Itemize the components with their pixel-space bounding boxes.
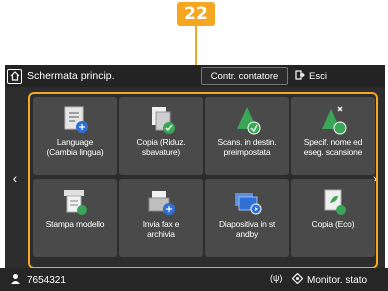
scan-name-icon bbox=[291, 105, 375, 135]
tile-label: Stampa modello bbox=[45, 219, 105, 229]
exit-icon bbox=[295, 69, 305, 83]
tile-label: Scans. in destin. preimpostata bbox=[217, 137, 277, 157]
home-icon bbox=[7, 68, 22, 84]
tile-label: Language (Cambia lingua) bbox=[46, 137, 104, 157]
slideshow-icon bbox=[205, 187, 289, 217]
language-icon bbox=[33, 105, 117, 135]
wifi-icon: (ψ) bbox=[270, 273, 283, 283]
monitor-label: Monitor. stato bbox=[307, 274, 368, 286]
device-screen: Schermata princip. Contr. contatore Esci… bbox=[5, 65, 385, 291]
user-info[interactable]: 7654321 bbox=[10, 273, 66, 287]
exit-button[interactable]: Esci bbox=[291, 67, 341, 85]
fax-icon bbox=[119, 187, 203, 217]
template-print-icon bbox=[33, 187, 117, 217]
tile-standby-slideshow[interactable]: Diapositiva in st andby bbox=[205, 179, 289, 257]
tile-label: Copia (Eco) bbox=[311, 219, 355, 229]
eco-copy-icon bbox=[291, 187, 375, 217]
exit-label: Esci bbox=[309, 70, 327, 82]
status-monitor-button[interactable]: Monitor. stato bbox=[291, 272, 368, 287]
copy-icon bbox=[119, 105, 203, 135]
tile-copy-reduce-smudge[interactable]: Copia (Riduz. sbavature) bbox=[119, 97, 203, 175]
counter-check-button[interactable]: Contr. contatore bbox=[201, 67, 288, 85]
tile-fax-archive[interactable]: Invia fax e archivia bbox=[119, 179, 203, 257]
tile-template-print[interactable]: Stampa modello bbox=[33, 179, 117, 257]
home-button[interactable]: Schermata princip. bbox=[7, 67, 115, 85]
page-title: Schermata princip. bbox=[27, 70, 115, 82]
top-bar: Schermata princip. Contr. contatore Esci bbox=[5, 65, 385, 87]
tile-label: Diapositiva in st andby bbox=[218, 219, 276, 239]
page-prev-arrow[interactable]: ‹ bbox=[9, 170, 21, 186]
tile-label: Invia fax e archivia bbox=[142, 219, 180, 239]
user-icon bbox=[10, 273, 21, 287]
monitor-icon bbox=[291, 272, 304, 287]
counter-check-label: Contr. contatore bbox=[210, 70, 279, 82]
tile-copy-eco[interactable]: Copia (Eco) bbox=[291, 179, 375, 257]
tile-language[interactable]: Language (Cambia lingua) bbox=[33, 97, 117, 175]
status-bar: 7654321 (ψ) Monitor. stato bbox=[0, 268, 388, 291]
tile-scan-with-name[interactable]: Specif. nome ed eseg. scansione bbox=[291, 97, 375, 175]
user-id: 7654321 bbox=[27, 274, 66, 286]
callout-badge: 22 bbox=[177, 2, 215, 26]
tile-label: Specif. nome ed eseg. scansione bbox=[303, 137, 363, 157]
tile-label: Copia (Riduz. sbavature) bbox=[136, 137, 186, 157]
scan-icon bbox=[205, 105, 289, 135]
tile-scan-preset[interactable]: Scans. in destin. preimpostata bbox=[205, 97, 289, 175]
